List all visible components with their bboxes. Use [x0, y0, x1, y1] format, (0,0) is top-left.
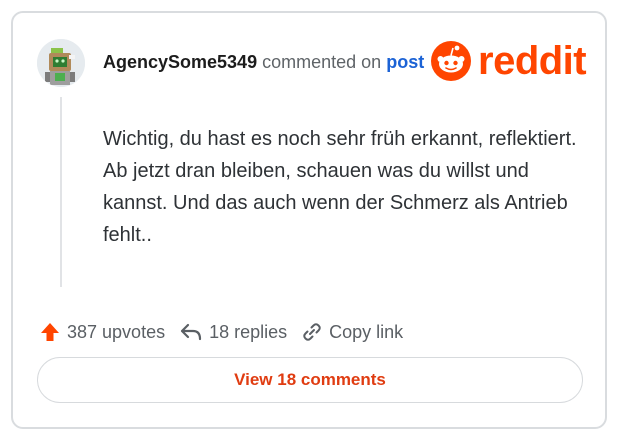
- comment-body: Wichtig, du hast es noch sehr früh erkan…: [103, 128, 577, 246]
- robot-avatar-icon: [37, 39, 85, 87]
- comment-card: AgencySome5349 commented on post reddit …: [11, 11, 607, 429]
- avatar[interactable]: [37, 39, 85, 87]
- copy-link-label: Copy link: [329, 321, 404, 342]
- upvote-arrow-icon: [41, 323, 59, 341]
- upvote-button[interactable]: 387 upvotes: [39, 321, 165, 343]
- replies-count: 18 replies: [209, 321, 288, 342]
- reddit-snoo-icon: [431, 41, 471, 81]
- upvote-count: 387 upvotes: [67, 321, 166, 342]
- thread-line[interactable]: [60, 97, 62, 287]
- comment-header: AgencySome5349 commented on post: [103, 51, 424, 73]
- replies-button[interactable]: 18 replies: [179, 321, 287, 343]
- link-icon: [303, 323, 321, 341]
- reply-arrow-icon: [180, 323, 202, 341]
- reddit-wordmark: reddit: [478, 39, 587, 83]
- comment-actions: 387 upvotes 18 replies Copy link: [39, 321, 403, 343]
- action-text: commented on: [262, 52, 382, 72]
- username[interactable]: AgencySome5349: [103, 52, 257, 72]
- reddit-logo[interactable]: reddit: [430, 39, 587, 83]
- post-link[interactable]: post: [386, 52, 424, 72]
- copy-link-button[interactable]: Copy link: [301, 321, 403, 343]
- view-comments-button[interactable]: View 18 comments: [37, 357, 583, 403]
